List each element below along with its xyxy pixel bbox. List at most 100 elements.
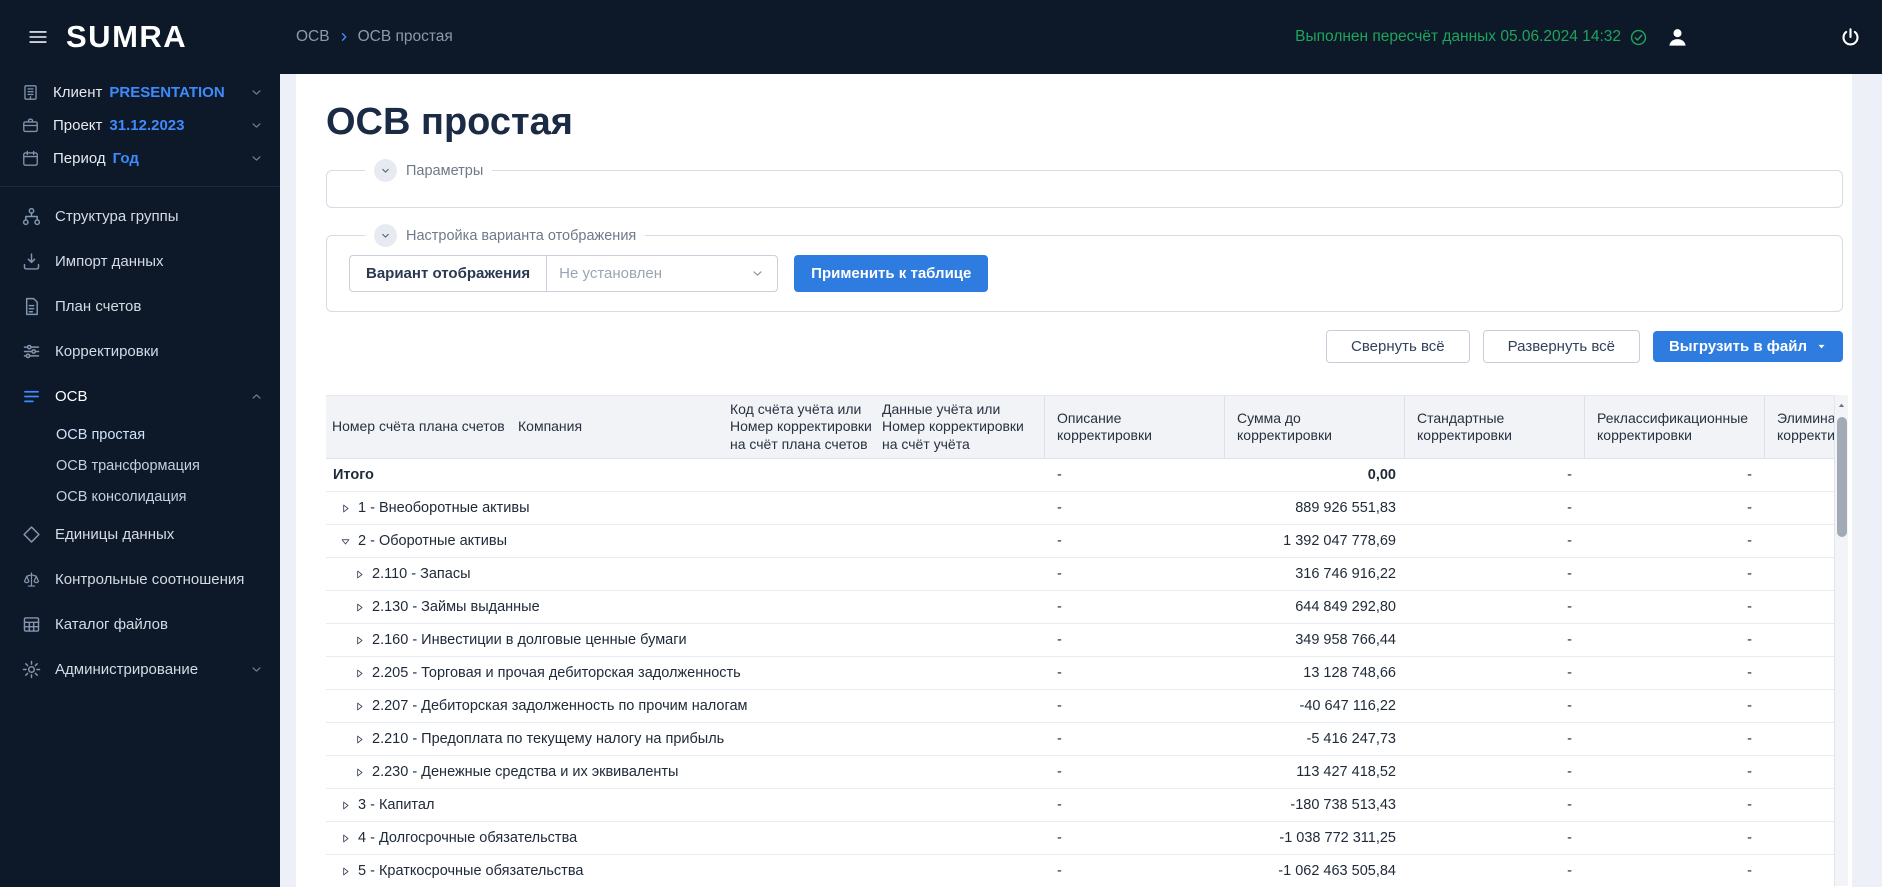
amount-before-cell: 349 958 766,44 xyxy=(1224,632,1404,648)
calendar-icon xyxy=(21,149,40,168)
menu-icon[interactable] xyxy=(27,26,49,48)
variant-select[interactable]: Не установлен xyxy=(546,255,778,292)
amount-before-cell: -180 738 513,43 xyxy=(1224,797,1404,813)
description-cell: - xyxy=(1044,632,1224,648)
expand-row-icon[interactable] xyxy=(354,701,365,712)
collapse-row-icon[interactable] xyxy=(340,536,351,547)
row-label: 2.130 - Займы выданные xyxy=(372,599,540,615)
nav-item-label: Структура группы xyxy=(55,208,179,225)
description-cell: - xyxy=(1044,797,1224,813)
nav-subitem-osv-consolidation[interactable]: ОСВ консолидация xyxy=(0,481,280,512)
file-catalog-icon xyxy=(21,614,42,635)
app-logo: SUMRA xyxy=(66,19,187,55)
display-settings-body: Вариант отображения Не установлен Примен… xyxy=(327,236,1842,311)
check-circle-icon xyxy=(1629,28,1648,47)
collapse-all-button[interactable]: Свернуть всё xyxy=(1326,330,1470,363)
parameters-panel-label: Параметры xyxy=(406,163,483,179)
power-icon[interactable] xyxy=(1839,26,1862,49)
expand-row-icon[interactable] xyxy=(340,833,351,844)
standard-adj-cell: - xyxy=(1404,764,1584,780)
amount-before-cell: 644 849 292,80 xyxy=(1224,599,1404,615)
table-row: 2.130 - Займы выданные-644 849 292,80-- xyxy=(326,591,1848,624)
apply-to-table-button[interactable]: Применить к таблице xyxy=(794,255,988,292)
row-label: 2 - Оборотные активы xyxy=(358,533,507,549)
table-header: Номер счёта плана счетовКомпанияКод счёт… xyxy=(326,395,1848,459)
period-label: Период xyxy=(53,150,106,167)
user-icon[interactable] xyxy=(1666,26,1689,49)
column-header-adj-description: Описаниекорректировки xyxy=(1044,396,1224,458)
standard-adj-cell: - xyxy=(1404,797,1584,813)
nav-item-label: Единицы данных xyxy=(55,526,174,543)
description-cell: - xyxy=(1044,731,1224,747)
nav-subitem-osv-simple[interactable]: ОСВ простая xyxy=(0,419,280,450)
nav-item-group-structure[interactable]: Структура группы xyxy=(0,194,280,239)
collapse-display-settings-icon[interactable] xyxy=(374,224,397,247)
standard-adj-cell: - xyxy=(1404,698,1584,714)
description-cell: - xyxy=(1044,830,1224,846)
expand-row-icon[interactable] xyxy=(354,668,365,679)
expand-row-icon[interactable] xyxy=(340,866,351,877)
table-row: 3 - Капитал--180 738 513,43-- xyxy=(326,789,1848,822)
column-header-accounting-code: Код счёта учёта илиНомер корректировкина… xyxy=(724,396,876,458)
expand-row-icon[interactable] xyxy=(340,503,351,514)
client-selector[interactable]: КлиентPRESENTATION xyxy=(0,76,280,109)
scrollbar-thumb[interactable] xyxy=(1837,417,1847,537)
table-row: 2.207 - Дебиторская задолженность по про… xyxy=(326,690,1848,723)
project-selector[interactable]: Проект31.12.2023 xyxy=(0,109,280,142)
amount-before-cell: 113 427 418,52 xyxy=(1224,764,1404,780)
scroll-up-icon[interactable] xyxy=(1835,395,1848,411)
expand-row-icon[interactable] xyxy=(354,767,365,778)
column-header-account: Номер счёта плана счетов xyxy=(326,396,512,458)
sidebar-divider xyxy=(0,186,280,187)
amount-before-cell: -40 647 116,22 xyxy=(1224,698,1404,714)
row-label-cell: Итого xyxy=(326,467,1044,483)
column-header-amount-before: Сумма докорректировки xyxy=(1224,396,1404,458)
expand-row-icon[interactable] xyxy=(340,800,351,811)
nav-item-adjustments[interactable]: Корректировки xyxy=(0,329,280,374)
expand-row-icon[interactable] xyxy=(354,602,365,613)
nav-item-chart-of-accounts[interactable]: План счетов xyxy=(0,284,280,329)
nav-item-file-catalog[interactable]: Каталог файлов xyxy=(0,602,280,647)
control-ratios-icon xyxy=(21,569,42,590)
expand-row-icon[interactable] xyxy=(354,734,365,745)
reclass-adj-cell: - xyxy=(1584,764,1764,780)
row-label: Итого xyxy=(333,467,374,483)
table-row: Итого-0,00-- xyxy=(326,459,1848,492)
project-value: 31.12.2023 xyxy=(109,117,184,134)
nav-item-control-ratios[interactable]: Контрольные соотношения xyxy=(0,557,280,602)
topbar-left: SUMRA xyxy=(0,19,280,55)
table-row: 2 - Оборотные активы-1 392 047 778,69-- xyxy=(326,525,1848,558)
reclass-adj-cell: - xyxy=(1584,632,1764,648)
table-row: 5 - Краткосрочные обязательства--1 062 4… xyxy=(326,855,1848,886)
description-cell: - xyxy=(1044,863,1224,879)
table-row: 2.210 - Предоплата по текущему налогу на… xyxy=(326,723,1848,756)
row-label: 1 - Внеоборотные активы xyxy=(358,500,530,516)
page-title: ОСВ простая xyxy=(326,101,1848,144)
row-label-cell: 2.230 - Денежные средства и их эквивален… xyxy=(326,764,1044,780)
nav-item-data-units[interactable]: Единицы данных xyxy=(0,512,280,557)
reclass-adj-cell: - xyxy=(1584,566,1764,582)
expand-row-icon[interactable] xyxy=(354,569,365,580)
nav-item-label: ОСВ xyxy=(55,388,88,405)
period-value: Год xyxy=(113,150,139,167)
export-to-file-button[interactable]: Выгрузить в файл xyxy=(1653,331,1843,362)
chevron-down-icon xyxy=(249,662,264,677)
period-selector[interactable]: Период Год xyxy=(0,142,280,175)
reclass-adj-cell: - xyxy=(1584,599,1764,615)
data-units-icon xyxy=(21,524,42,545)
expand-all-button[interactable]: Развернуть всё xyxy=(1483,330,1640,363)
display-settings-panel-label: Настройка варианта отображения xyxy=(406,228,636,244)
breadcrumb-parent[interactable]: ОСВ xyxy=(296,28,330,46)
expand-row-icon[interactable] xyxy=(354,635,365,646)
nav-item-administration[interactable]: Администрирование xyxy=(0,647,280,692)
row-label-cell: 2.210 - Предоплата по текущему налогу на… xyxy=(326,731,1044,747)
table-row: 4 - Долгосрочные обязательства--1 038 77… xyxy=(326,822,1848,855)
collapse-parameters-icon[interactable] xyxy=(374,159,397,182)
nav-item-data-import[interactable]: Импорт данных xyxy=(0,239,280,284)
amount-before-cell: 889 926 551,83 xyxy=(1224,500,1404,516)
vertical-scrollbar[interactable] xyxy=(1834,395,1848,886)
nav-item-osv[interactable]: ОСВ xyxy=(0,374,280,419)
chevron-up-icon xyxy=(249,389,264,404)
nav-subitem-osv-transformation[interactable]: ОСВ трансформация xyxy=(0,450,280,481)
standard-adj-cell: - xyxy=(1404,500,1584,516)
